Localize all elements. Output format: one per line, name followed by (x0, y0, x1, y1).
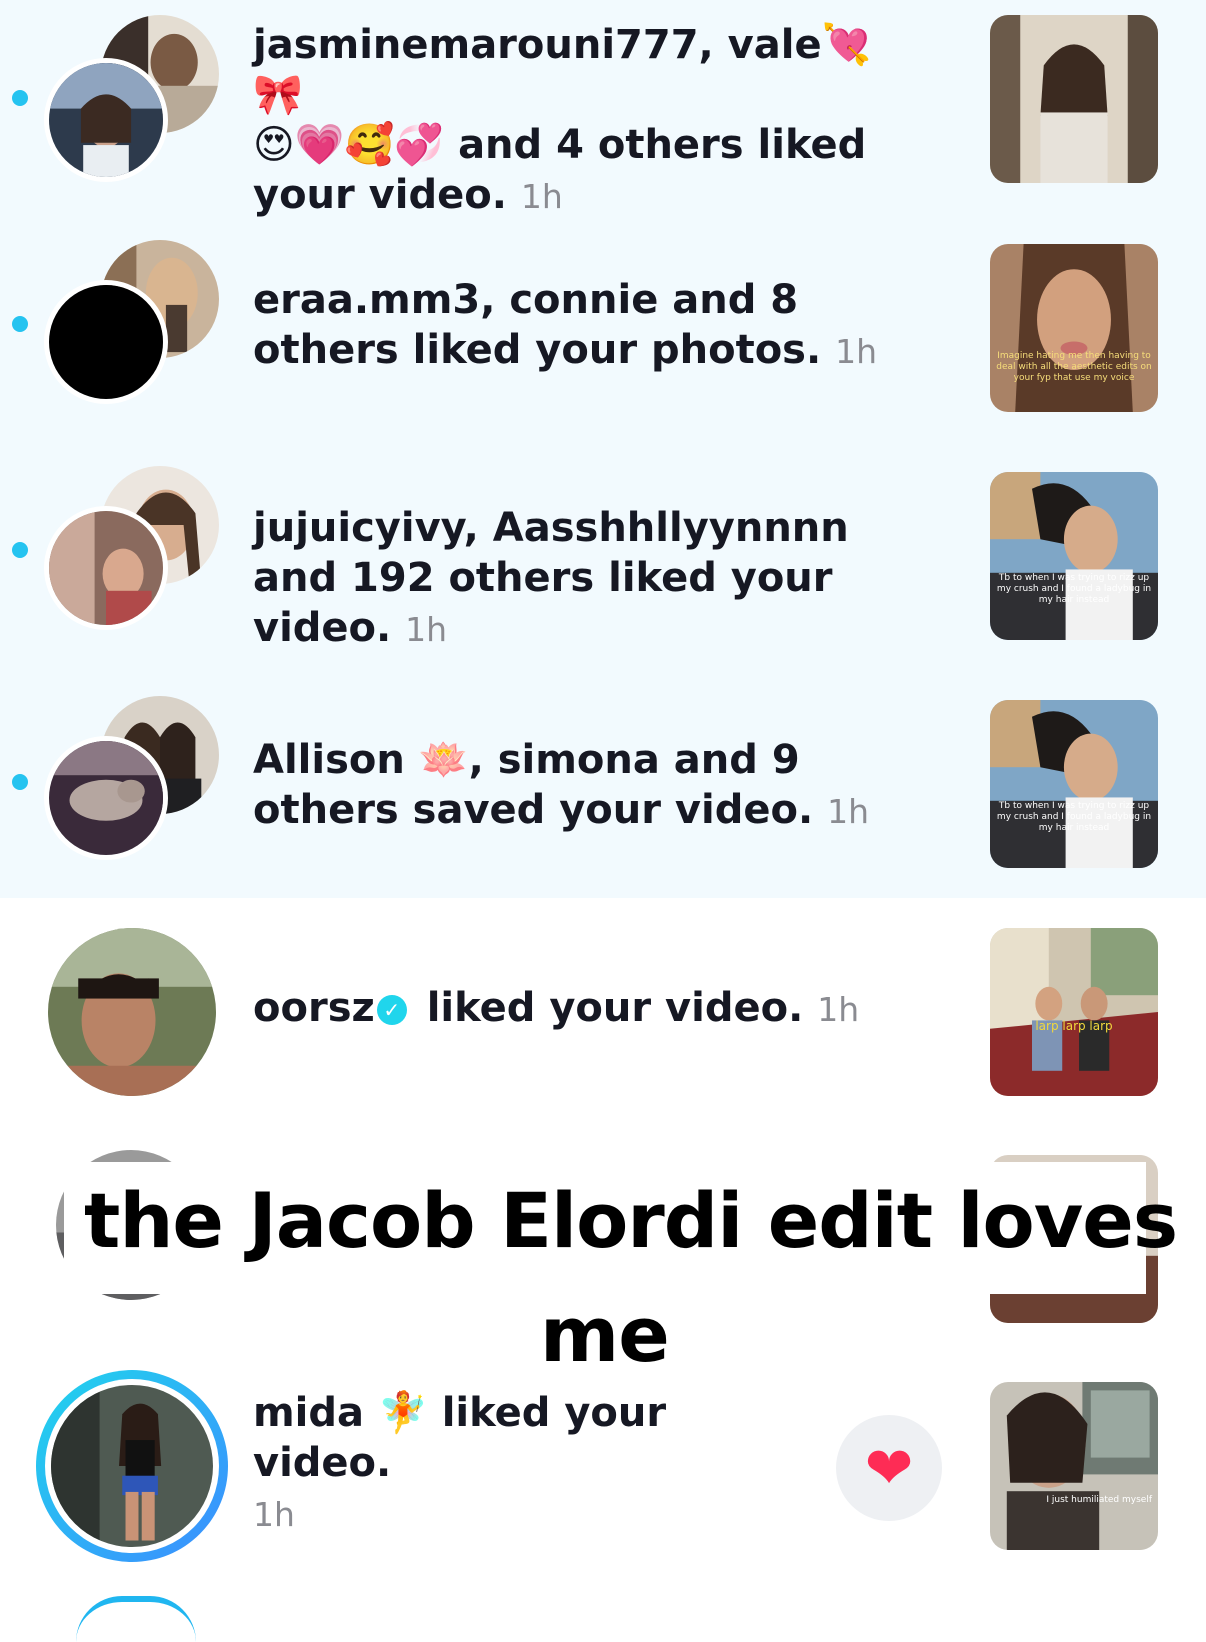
notification-row[interactable]: mida 🧚 liked your video. 1h I just humil… (0, 1370, 1206, 1608)
timestamp: 1h (835, 332, 878, 371)
video-thumbnail[interactable] (990, 15, 1158, 183)
username[interactable]: mida (253, 1390, 364, 1436)
timestamp: 1h (817, 990, 860, 1029)
video-thumbnail[interactable]: larp larp larp (990, 928, 1158, 1096)
avatar[interactable] (44, 506, 168, 630)
video-caption-line: the Jacob Elordi edit loves (84, 1176, 1178, 1265)
video-thumbnail[interactable]: Tb to when I was trying to rizz up my cr… (990, 472, 1158, 640)
notification-text: oorsz ✓ liked your video. 1h (253, 985, 860, 1031)
notification-text: Allison 🪷, simona and 9 others saved you… (253, 737, 869, 833)
verified-badge-icon: ✓ (376, 995, 407, 1025)
like-back-button[interactable]: ❤ (836, 1415, 942, 1521)
timestamp: 1h (405, 610, 448, 649)
timestamp: 1h (827, 792, 869, 831)
thumbnail-caption: Tb to when I was trying to rizz up my cr… (996, 573, 1152, 605)
unread-dot (12, 774, 28, 790)
timestamp: 1h (253, 1495, 295, 1534)
notification-row[interactable]: Allison 🪷, simona and 9 others saved you… (0, 680, 1206, 898)
video-thumbnail[interactable]: I just humiliated myself (990, 1382, 1158, 1550)
avatar[interactable] (48, 928, 216, 1096)
avatar[interactable] (44, 58, 168, 182)
video-thumbnail[interactable]: Tb to when I was trying to rizz up my cr… (990, 700, 1158, 868)
story-ring[interactable] (36, 1370, 228, 1562)
notification-text: jujuicyivy, Aasshhllyynnnn and 192 other… (253, 505, 849, 651)
photo-thumbnail[interactable]: Imagine hating me then having to deal wi… (990, 244, 1158, 412)
notification-row[interactable]: jujuicyivy, Aasshhllyynnnn and 192 other… (0, 452, 1206, 680)
notification-row[interactable]: oorsz ✓ liked your video. 1h larp larp la… (0, 898, 1206, 1128)
username[interactable]: Allison (253, 737, 405, 783)
emoji-decoration: 😍💗🥰💞 (253, 122, 445, 168)
thumbnail-caption: Imagine hating me then having to deal wi… (996, 351, 1152, 383)
avatar[interactable] (44, 280, 168, 404)
fairy-icon: 🧚 (377, 1390, 428, 1436)
story-ring-gap (45, 1379, 219, 1553)
thumbnail-caption: I just humiliated myself (1046, 1495, 1152, 1505)
username[interactable]: oorsz (253, 985, 375, 1031)
avatar[interactable] (44, 736, 168, 860)
video-caption-line: me (540, 1290, 670, 1379)
avatar[interactable] (51, 1385, 213, 1547)
notification-row[interactable]: jasminemarouni777, vale💘🎀 😍💗🥰💞 and 4 oth… (0, 0, 1206, 224)
thumbnail-caption: Tb to when I was trying to rizz up my cr… (996, 801, 1152, 833)
unread-dot (12, 542, 28, 558)
timestamp: 1h (520, 177, 563, 216)
unread-dot (12, 316, 28, 332)
notification-row[interactable]: eraa.mm3, connie and 8 others liked your… (0, 224, 1206, 452)
thumbnail-caption: larp larp larp (1035, 1019, 1113, 1033)
lotus-icon: 🪷 (418, 737, 469, 783)
notification-text: mida 🧚 liked your video. 1h (253, 1390, 667, 1534)
usernames[interactable]: jasminemarouni777, vale (253, 22, 822, 68)
notification-text: jasminemarouni777, vale💘🎀 😍💗🥰💞 and 4 oth… (253, 22, 872, 218)
heart-icon: ❤ (864, 1434, 914, 1502)
unread-dot (12, 90, 28, 106)
notification-text: eraa.mm3, connie and 8 others liked your… (253, 277, 878, 373)
